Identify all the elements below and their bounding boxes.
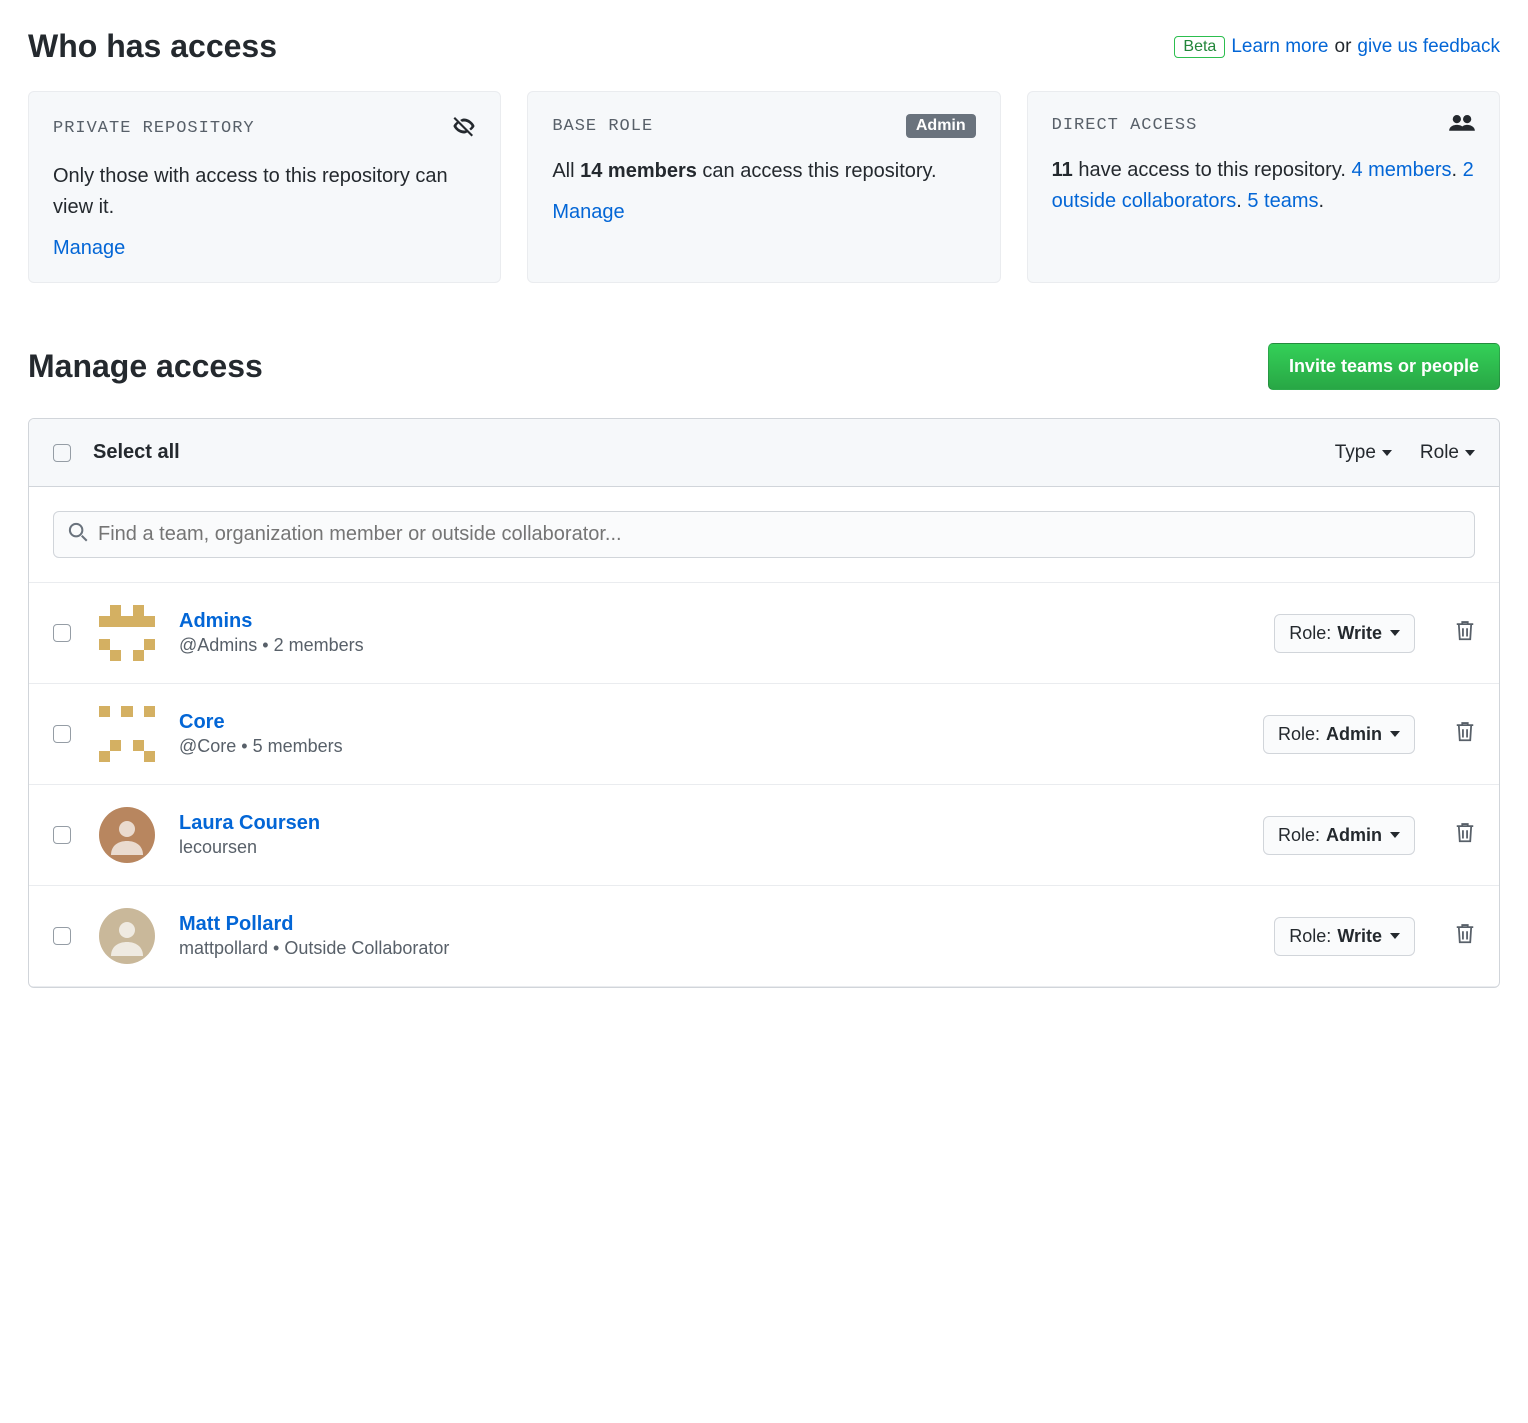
text: can access this repository.: [697, 160, 937, 182]
role-value: Admin: [1326, 825, 1382, 846]
access-row: Admins@Admins • 2 membersRole: Write: [29, 583, 1499, 684]
filter-label: Type: [1335, 442, 1376, 464]
role-prefix: Role:: [1289, 623, 1331, 644]
access-row: Laura CoursenlecoursenRole: Admin: [29, 785, 1499, 886]
delete-button[interactable]: [1455, 721, 1475, 748]
text: have access to this repository.: [1073, 159, 1352, 181]
list-header: Select all Type Role: [29, 419, 1499, 487]
role-prefix: Role:: [1278, 724, 1320, 745]
role-dropdown[interactable]: Role: Write: [1274, 614, 1415, 653]
filter-role[interactable]: Role: [1420, 442, 1475, 464]
access-row: Matt Pollard mattpollard • Outside Collab…: [29, 886, 1499, 987]
avatar: [99, 706, 155, 762]
avatar: [99, 605, 155, 661]
teams-link[interactable]: 5 teams: [1247, 190, 1318, 212]
delete-button[interactable]: [1455, 620, 1475, 647]
entity-subtext: mattpollard • Outside Collaborator: [179, 938, 1274, 959]
entity-name-link[interactable]: Admins: [179, 610, 252, 632]
header-actions: Beta Learn more or give us feedback: [1174, 36, 1500, 58]
access-list-box: Select all Type Role Admins @Admins • 2 m…: [28, 418, 1500, 988]
card-title: PRIVATE REPOSITORY: [53, 119, 255, 138]
chevron-down-icon: [1390, 630, 1400, 636]
role-value: Write: [1337, 926, 1382, 947]
people-icon: [1449, 114, 1475, 137]
card-body: Only those with access to this repositor…: [53, 161, 476, 223]
search-area: [29, 487, 1499, 583]
chevron-down-icon: [1382, 450, 1392, 456]
chevron-down-icon: [1465, 450, 1475, 456]
section-title: Manage access: [28, 348, 263, 385]
select-all-checkbox[interactable]: [53, 444, 71, 462]
search-input[interactable]: [96, 522, 1460, 547]
row-checkbox[interactable]: [53, 927, 71, 945]
members-link[interactable]: 4 members: [1351, 159, 1451, 181]
team-avatar: [99, 605, 155, 661]
role-value: Admin: [1326, 724, 1382, 745]
feedback-link[interactable]: give us feedback: [1357, 36, 1500, 58]
search-icon: [68, 522, 88, 547]
card-direct-access: DIRECT ACCESS 11 have access to this rep…: [1027, 91, 1500, 283]
role-prefix: Role:: [1289, 926, 1331, 947]
text: .: [1452, 159, 1463, 181]
or-text: or: [1335, 36, 1352, 58]
text: .: [1319, 190, 1325, 212]
filter-label: Role: [1420, 442, 1459, 464]
row-checkbox[interactable]: [53, 725, 71, 743]
member-count: 14 members: [580, 160, 697, 182]
page-title: Who has access: [28, 28, 277, 65]
card-title: DIRECT ACCESS: [1052, 116, 1198, 135]
entity-name-link[interactable]: Laura Coursen: [179, 812, 320, 834]
row-checkbox[interactable]: [53, 826, 71, 844]
role-dropdown[interactable]: Role: Admin: [1263, 715, 1415, 754]
card-body: All 14 members can access this repositor…: [552, 156, 975, 187]
who-has-access-header: Who has access Beta Learn more or give u…: [28, 28, 1500, 65]
chevron-down-icon: [1390, 731, 1400, 737]
text: .: [1236, 190, 1247, 212]
learn-more-link[interactable]: Learn more: [1231, 36, 1328, 58]
user-avatar: [99, 908, 155, 964]
role-dropdown[interactable]: Role: Admin: [1263, 816, 1415, 855]
admin-badge: Admin: [906, 114, 976, 138]
card-private-repo: PRIVATE REPOSITORY Only those with acces…: [28, 91, 501, 283]
entity-subtext: lecoursen: [179, 837, 1263, 858]
role-dropdown[interactable]: Role: Write: [1274, 917, 1415, 956]
manage-link[interactable]: Manage: [53, 237, 125, 259]
access-row: Core@Core • 5 membersRole: Admin: [29, 684, 1499, 785]
access-cards: PRIVATE REPOSITORY Only those with acces…: [28, 91, 1500, 283]
manage-link[interactable]: Manage: [552, 201, 624, 223]
row-checkbox[interactable]: [53, 624, 71, 642]
chevron-down-icon: [1390, 933, 1400, 939]
eye-slash-icon: [452, 114, 476, 143]
filter-type[interactable]: Type: [1335, 442, 1392, 464]
entity-info: Matt Pollard mattpollard • Outside Collab…: [179, 913, 1274, 959]
role-prefix: Role:: [1278, 825, 1320, 846]
card-title: BASE ROLE: [552, 117, 653, 136]
beta-badge: Beta: [1174, 36, 1225, 58]
entity-subtext: @Core • 5 members: [179, 736, 1263, 757]
access-count: 11: [1052, 159, 1073, 181]
team-avatar: [99, 706, 155, 762]
manage-access-header: Manage access Invite teams or people: [28, 343, 1500, 390]
delete-button[interactable]: [1455, 822, 1475, 849]
user-avatar: [99, 807, 155, 863]
text: All: [552, 160, 580, 182]
invite-button[interactable]: Invite teams or people: [1268, 343, 1500, 390]
entity-info: Admins @Admins • 2 members: [179, 610, 1274, 656]
entity-name-link[interactable]: Matt Pollard: [179, 913, 293, 935]
entity-name-link[interactable]: Core: [179, 711, 225, 733]
card-base-role: BASE ROLE Admin All 14 members can acces…: [527, 91, 1000, 283]
entity-subtext: @Admins • 2 members: [179, 635, 1274, 656]
entity-info: Laura Coursen lecoursen: [179, 812, 1263, 858]
chevron-down-icon: [1390, 832, 1400, 838]
search-box[interactable]: [53, 511, 1475, 558]
delete-button[interactable]: [1455, 923, 1475, 950]
select-all-label: Select all: [93, 441, 180, 464]
role-value: Write: [1337, 623, 1382, 644]
card-body: 11 have access to this repository. 4 mem…: [1052, 155, 1475, 217]
entity-info: Core @Core • 5 members: [179, 711, 1263, 757]
